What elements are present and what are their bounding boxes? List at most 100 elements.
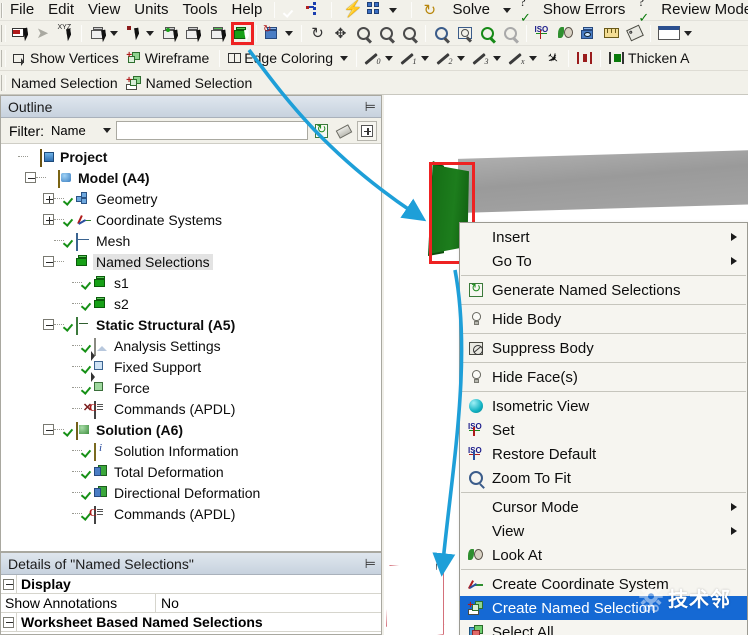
box-zoom-icon[interactable] (431, 23, 452, 43)
tree-item-force[interactable]: Force (1, 371, 381, 398)
show-errors-button[interactable]: Show Errors (541, 0, 633, 20)
filter-type-select[interactable]: Name (47, 121, 113, 140)
tree-expander[interactable] (43, 424, 54, 435)
color-swatch-icon[interactable] (656, 23, 682, 43)
menu-view[interactable]: View (81, 0, 127, 20)
thicken-button[interactable]: Thicken A (628, 50, 695, 66)
tree-expander[interactable] (43, 193, 54, 204)
zoom-icon[interactable] (353, 23, 374, 43)
edge-select-dropdown-icon[interactable] (146, 23, 157, 43)
context-menu-item-cursor-mode[interactable]: Cursor Mode (460, 495, 747, 519)
lightning-bolt-icon[interactable]: ⚡ (343, 1, 363, 19)
body-select-box-icon[interactable] (207, 23, 228, 43)
context-menu-item-set[interactable]: ISO Set (460, 418, 747, 442)
tree-item-solution-a6[interactable]: Solution (A6) (1, 419, 381, 440)
edge-thin-x-icon[interactable]: x (506, 48, 527, 68)
select-arrow-icon[interactable]: ➤ (32, 23, 53, 43)
tree-item-mesh[interactable]: Mesh (1, 230, 381, 251)
menu-help[interactable]: Help (225, 0, 270, 20)
tree-item-geometry[interactable]: Geometry (1, 188, 381, 209)
green-check-icon[interactable] (282, 1, 298, 19)
pan-icon[interactable]: ✥ (330, 23, 351, 43)
rotate-icon[interactable]: ↻ (307, 23, 328, 43)
context-menu-item-insert[interactable]: Insert (460, 225, 747, 249)
tree-item-fixed-support[interactable]: Fixed Support (1, 350, 381, 377)
tree-item-s2[interactable]: s2 (1, 293, 381, 314)
clear-filter-icon[interactable] (334, 121, 354, 141)
context-menu[interactable]: Insert Go To Generate Named Selections Hide… (459, 222, 748, 635)
zoom-out-icon[interactable] (376, 23, 397, 43)
vertex-select-icon[interactable] (87, 23, 108, 43)
context-menu-item-create-named-selection[interactable]: + Create Named Selection (460, 596, 747, 620)
edge-thin-1-icon[interactable]: 1 (398, 48, 419, 68)
context-menu-item-restore-default[interactable]: ISO Restore Default (460, 442, 747, 466)
thicken-annotation-icon[interactable] (606, 48, 627, 68)
wireframe-icon[interactable]: + (126, 48, 144, 68)
context-menu-item-isometric-view[interactable]: Isometric View (460, 394, 747, 418)
solve-refresh-icon[interactable]: ↻ (423, 1, 439, 19)
expand-all-icon[interactable] (357, 120, 377, 141)
toolbar2-grip[interactable] (1, 49, 6, 67)
context-menu-item-hide-body[interactable]: Hide Body (460, 307, 747, 331)
edge-thin-3-icon[interactable]: 3 (470, 48, 491, 68)
tree-item-commands-apdl[interactable]: C Commands (APDL) (1, 503, 381, 524)
toolbar3-grip[interactable] (1, 74, 6, 91)
tree-expander[interactable] (43, 319, 54, 330)
tree-item-named-selections[interactable]: Named Selections (1, 251, 381, 272)
face-select-icon[interactable] (159, 23, 180, 43)
details-group-row[interactable]: Display (1, 574, 381, 594)
show-vertices-button[interactable]: Show Vertices (28, 50, 125, 66)
edge-thin-0-dropdown-icon[interactable] (385, 48, 396, 68)
magnifier-green-icon[interactable] (477, 23, 498, 43)
annotation-pin-icon[interactable]: ✈ (542, 48, 563, 68)
edge-thin-0-icon[interactable]: 0 (362, 48, 383, 68)
solve-button[interactable]: Solve (445, 0, 497, 20)
body-solid[interactable] (458, 150, 748, 213)
vertex-select-dropdown-icon[interactable] (110, 23, 121, 43)
edge-coloring-icon[interactable] (225, 48, 243, 68)
menu-file[interactable]: File (3, 0, 41, 20)
tree-item-static-structural-a5[interactable]: Static Structural (A5) (1, 314, 381, 335)
context-menu-item-generate-named-selections[interactable]: Generate Named Selections (460, 278, 747, 302)
tree-item-analysis-settings[interactable]: Analysis Settings (1, 335, 381, 356)
solve-dropdown-arrow-icon[interactable] (503, 7, 512, 13)
pin-icon[interactable]: ⊨ (365, 556, 376, 572)
label-tag-icon[interactable] (624, 23, 645, 43)
context-menu-item-select-all[interactable]: Select All (460, 620, 747, 635)
edge-thin-2-icon[interactable]: 2 (434, 48, 455, 68)
review-model-button[interactable]: Review Model (Beta) (659, 0, 748, 20)
look-at-icon[interactable] (555, 23, 576, 43)
context-menu-item-zoom-to-fit[interactable]: Zoom To Fit (460, 466, 747, 490)
menu-units[interactable]: Units (127, 0, 175, 20)
context-menu-item-view[interactable]: View (460, 519, 747, 543)
details-group-expander[interactable] (1, 574, 17, 594)
edge-thin-3-dropdown-icon[interactable] (493, 48, 504, 68)
menu-tools[interactable]: Tools (175, 0, 224, 20)
context-menu-item-suppress-body[interactable]: Suppress Body (460, 336, 747, 360)
edge-thin-2-dropdown-icon[interactable] (457, 48, 468, 68)
context-menu-item-create-coordinate-system[interactable]: Create Coordinate System (460, 572, 747, 596)
filter-input[interactable] (116, 121, 308, 140)
color-dropdown-arrow-icon[interactable] (684, 23, 695, 43)
box-select-icon[interactable] (454, 23, 475, 43)
show-thickness-icon[interactable] (574, 48, 595, 68)
tree-item-project[interactable]: Project (1, 146, 381, 167)
details-group-expander[interactable] (1, 612, 17, 632)
wireframe-button[interactable]: Wireframe (145, 50, 216, 66)
xyz-probe-icon[interactable]: XYZ (55, 23, 76, 43)
tree-expander[interactable] (43, 214, 54, 225)
pin-icon[interactable]: ⊨ (365, 99, 376, 115)
tree-item-commands-apdl[interactable]: ✕ C Commands (APDL) (1, 398, 381, 419)
named-selection-button[interactable]: Named Selection (146, 75, 259, 91)
context-menu-item-go-to[interactable]: Go To (460, 249, 747, 273)
tree-item-solution-information[interactable]: Solution Information (1, 440, 381, 461)
edge-coloring-button[interactable]: Edge Coloring (244, 50, 339, 66)
details-grid[interactable]: Display Show Annotations No Worksheet Based… (1, 574, 381, 632)
ruler-icon[interactable] (601, 23, 622, 43)
details-group-row[interactable]: Worksheet Based Named Selections (1, 612, 381, 632)
tree-item-s1[interactable]: s1 (1, 272, 381, 293)
tree-item-coordinate-systems[interactable]: Coordinate Systems (1, 209, 381, 230)
tree-expander[interactable] (25, 172, 36, 183)
toolbar1-grip[interactable] (1, 24, 6, 42)
refresh-icon[interactable] (311, 121, 331, 141)
